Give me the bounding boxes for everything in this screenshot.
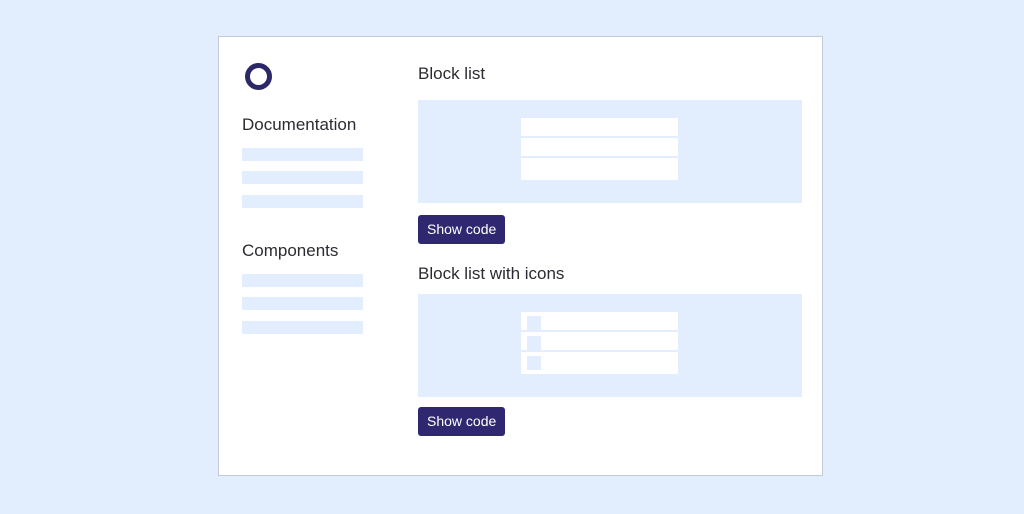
block-list-row[interactable] [521, 158, 678, 180]
show-code-button[interactable]: Show code [418, 215, 506, 244]
show-code-button[interactable]: Show code [418, 407, 506, 436]
circle-logo-icon[interactable] [245, 63, 272, 90]
sidebar-item-placeholder[interactable] [242, 148, 363, 161]
placeholder-square-icon [527, 316, 541, 330]
block-list-icon-row[interactable] [521, 352, 678, 374]
placeholder-square-icon [527, 356, 541, 370]
sidebar-heading-components: Components [242, 241, 339, 260]
sidebar-item-placeholder[interactable] [242, 321, 363, 334]
block-list-with-icons-preview [418, 294, 802, 397]
sidebar-item-placeholder[interactable] [242, 274, 363, 287]
app-window: Documentation Components Block list Show… [218, 36, 823, 476]
block-list-row[interactable] [521, 118, 678, 138]
block-list [521, 118, 678, 180]
block-list-row[interactable] [521, 138, 678, 158]
block-list-preview [418, 100, 802, 203]
block-list-icon-row[interactable] [521, 312, 678, 332]
sidebar-item-placeholder[interactable] [242, 195, 363, 208]
sidebar-item-placeholder[interactable] [242, 297, 363, 310]
sidebar-item-placeholder[interactable] [242, 171, 363, 184]
block-list-with-icons [521, 312, 678, 374]
section-title-block-list-with-icons: Block list with icons [418, 264, 565, 283]
placeholder-square-icon [527, 336, 541, 350]
sidebar-heading-documentation: Documentation [242, 115, 357, 134]
block-list-icon-row[interactable] [521, 332, 678, 352]
section-title-block-list: Block list [418, 64, 486, 83]
